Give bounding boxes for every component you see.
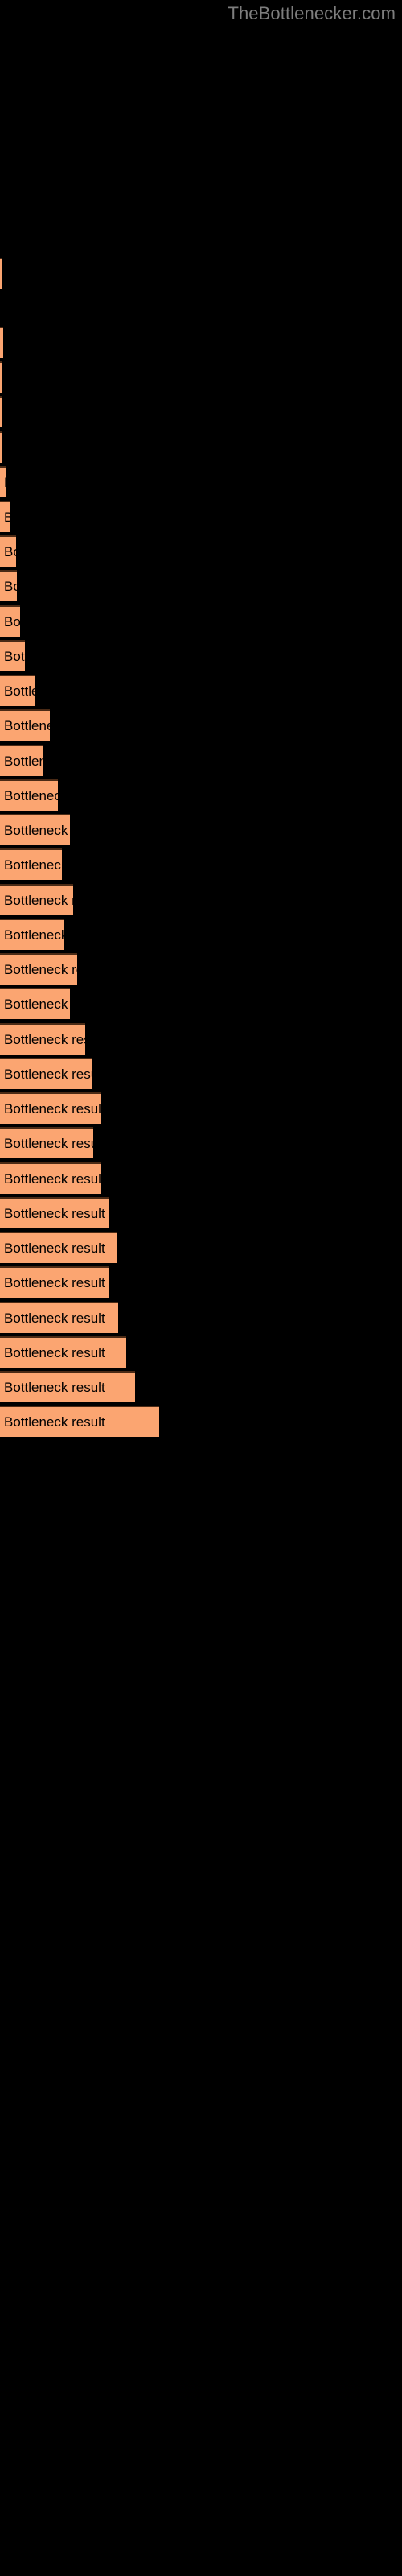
- bar[interactable]: Bottleneck result: [0, 1162, 100, 1194]
- bar[interactable]: Bottleneck result: [0, 361, 2, 393]
- bar-row: Bottleneck result: [0, 1406, 402, 1440]
- bar[interactable]: Bottleneck result: [0, 570, 17, 601]
- bar-label: Bottleneck result: [4, 1241, 105, 1256]
- bar[interactable]: Bottleneck result: [0, 327, 3, 358]
- bar-row: Bottleneck result: [0, 361, 402, 396]
- bar[interactable]: Bottleneck result: [0, 919, 64, 950]
- bar-label: Bottleneck result: [4, 544, 16, 559]
- bar-row: Bottleneck result: [0, 988, 402, 1022]
- bar[interactable]: Bottleneck result: [0, 431, 2, 463]
- bar-row: Bottleneck result: [0, 1336, 402, 1371]
- bar[interactable]: Bottleneck result: [0, 1058, 92, 1089]
- bar-row: Bottleneck result: [0, 258, 402, 292]
- bar[interactable]: Bottleneck result: [0, 884, 73, 915]
- bar-label: Bottleneck result: [4, 468, 6, 497]
- bar-row: Bottleneck result: [0, 501, 402, 535]
- bar-row: Bottleneck result: [0, 1127, 402, 1162]
- bar-row: Bottleneck result: [0, 884, 402, 919]
- bar[interactable]: Bottleneck result: [0, 779, 58, 811]
- bottleneck-bar-chart: Bottleneck result Bottleneck result Bottle…: [0, 0, 402, 2576]
- bar-row: Bottleneck result: [0, 1197, 402, 1232]
- bar[interactable]: Bottleneck result: [0, 1406, 159, 1437]
- bar-row: Bottleneck result: [0, 919, 402, 953]
- bar-row: Bottleneck result: [0, 1266, 402, 1301]
- bar-row: Bottleneck result: [0, 466, 402, 501]
- bar-row: Bottleneck result: [0, 570, 402, 605]
- bar[interactable]: Bottleneck result: [0, 501, 10, 532]
- bar[interactable]: Bottleneck result: [0, 1092, 100, 1124]
- bar[interactable]: Bottleneck result: [0, 1127, 93, 1158]
- bar-row: Bottleneck result: [0, 953, 402, 988]
- bar-row: Bottleneck result: [0, 814, 402, 848]
- bar-label: Bottleneck result: [4, 857, 62, 873]
- bar-row: Bottleneck result: [0, 1371, 402, 1406]
- bar-label: Bottleneck result: [4, 579, 17, 594]
- bar-label: Bottleneck result: [4, 1275, 105, 1290]
- bar-label: Bottleneck result: [4, 753, 43, 769]
- bar[interactable]: Bottleneck result: [0, 1023, 85, 1055]
- bar-row: Bottleneck result: [0, 1302, 402, 1336]
- bar[interactable]: Bottleneck result: [0, 848, 62, 880]
- bar-label: Bottleneck result: [4, 962, 77, 977]
- bar-row: Bottleneck result: [0, 848, 402, 883]
- bar[interactable]: Bottleneck result: [0, 988, 70, 1019]
- bar-row: Bottleneck result: [0, 709, 402, 744]
- bar-row: Bottleneck result: [0, 1058, 402, 1092]
- bar-row: Bottleneck result: [0, 1162, 402, 1197]
- bar-label: Bottleneck result: [4, 1380, 105, 1395]
- bar[interactable]: Bottleneck result: [0, 605, 20, 637]
- bar[interactable]: Bottleneck result: [0, 466, 6, 497]
- bar[interactable]: Bottleneck result: [0, 1197, 109, 1228]
- bar[interactable]: Bottleneck result: [0, 1302, 118, 1333]
- bar-row: Bottleneck result: [0, 1232, 402, 1266]
- bar[interactable]: Bottleneck result: [0, 258, 2, 289]
- bar-label: Bottleneck result: [4, 1345, 105, 1360]
- bar[interactable]: Bottleneck result: [0, 709, 50, 741]
- bar-label: Bottleneck result: [4, 1414, 105, 1430]
- bar-row: Bottleneck result: [0, 1023, 402, 1058]
- bar-label: Bottleneck result: [4, 1032, 85, 1047]
- bar-label: Bottleneck result: [4, 1311, 105, 1326]
- bar[interactable]: Bottleneck result: [0, 675, 35, 706]
- bar[interactable]: Bottleneck result: [0, 396, 2, 427]
- bar-row: Bottleneck result: [0, 396, 402, 431]
- bar[interactable]: Bottleneck result: [0, 745, 43, 776]
- bar-label: Bottleneck result: [4, 1136, 93, 1151]
- bar-label: Bottleneck result: [4, 997, 70, 1012]
- bar-label: Bottleneck result: [4, 788, 58, 803]
- bar-label: Bottleneck result: [4, 1206, 105, 1221]
- bar-row: Bottleneck result: [0, 675, 402, 709]
- bar[interactable]: Bottleneck result: [0, 814, 70, 845]
- bar-label: Bottleneck result: [4, 1171, 100, 1187]
- bar[interactable]: Bottleneck result: [0, 1266, 109, 1298]
- bar-row: Bottleneck result: [0, 745, 402, 779]
- bar-row: Bottleneck result: [0, 431, 402, 466]
- bar-row: Bottleneck result: [0, 1092, 402, 1127]
- bar[interactable]: Bottleneck result: [0, 535, 16, 567]
- bar-row: Bottleneck result: [0, 605, 402, 640]
- bar[interactable]: Bottleneck result: [0, 1371, 135, 1402]
- bar-label: Bottleneck result: [4, 823, 70, 838]
- bar-label: Bottleneck result: [4, 502, 10, 532]
- bar-row: Bottleneck result: [0, 640, 402, 675]
- bar-row: Bottleneck result: [0, 535, 402, 570]
- bar[interactable]: Bottleneck result: [0, 640, 25, 671]
- bar-label: Bottleneck result: [4, 893, 73, 908]
- bar-label: Bottleneck result: [4, 614, 20, 630]
- bar-row: Bottleneck result: [0, 327, 402, 361]
- page-root: TheBottlenecker.com Bottleneck resultBot…: [0, 0, 402, 2576]
- bar-label: Bottleneck result: [4, 683, 35, 699]
- bar[interactable]: Bottleneck result: [0, 953, 77, 985]
- bar-label: Bottleneck result: [4, 927, 64, 943]
- bar[interactable]: Bottleneck result: [0, 1232, 117, 1263]
- bar[interactable]: Bottleneck result: [0, 1336, 126, 1368]
- bar-label: Bottleneck result: [4, 1101, 100, 1117]
- bar-label: Bottleneck result: [4, 1067, 92, 1082]
- bar-row: Bottleneck result: [0, 779, 402, 814]
- bar-label: Bottleneck result: [4, 649, 25, 664]
- bar-label: Bottleneck result: [4, 718, 50, 733]
